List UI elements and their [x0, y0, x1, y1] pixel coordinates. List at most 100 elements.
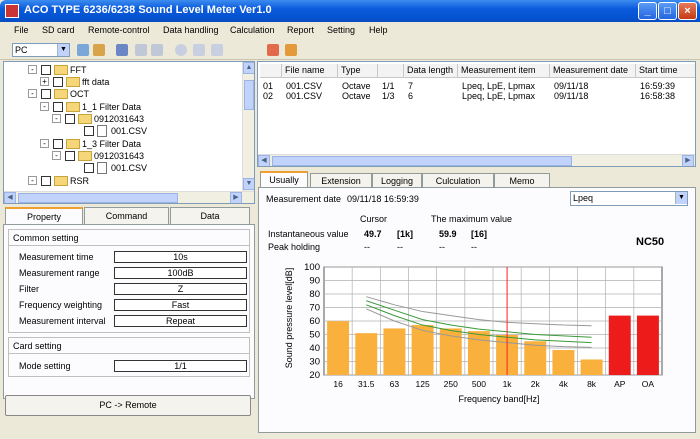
- filter-label: Filter: [19, 284, 39, 294]
- tree-node-date-2[interactable]: 0912031643: [94, 151, 144, 161]
- menu-report[interactable]: Report: [287, 25, 314, 35]
- scroll-thumb[interactable]: [244, 80, 254, 110]
- scroll-left-icon[interactable]: ◀: [258, 155, 270, 166]
- scroll-up-icon[interactable]: ▲: [243, 62, 254, 74]
- stop-icon[interactable]: [193, 44, 205, 56]
- level-select[interactable]: Lpeq ▼: [570, 191, 688, 206]
- tree-checkbox[interactable]: [41, 176, 51, 186]
- column-header[interactable]: [260, 64, 282, 78]
- expand-toggle[interactable]: -: [52, 151, 61, 160]
- expand-toggle[interactable]: -: [28, 89, 37, 98]
- tree-node-oct[interactable]: OCT: [70, 89, 89, 99]
- measure-icon[interactable]: [151, 44, 163, 56]
- y-tick-label: 40: [309, 343, 320, 354]
- menu-setting[interactable]: Setting: [327, 25, 355, 35]
- card-setting-group: Card setting Mode setting 1/1: [8, 337, 250, 377]
- menu-file[interactable]: File: [14, 25, 29, 35]
- tab-memo[interactable]: Memo: [494, 173, 550, 188]
- column-header[interactable]: Measurement item: [458, 64, 550, 78]
- tab-logging[interactable]: Logging: [372, 173, 422, 188]
- tool-icon[interactable]: [135, 44, 147, 56]
- tab-command[interactable]: Command: [84, 207, 169, 224]
- expand-toggle[interactable]: -: [28, 176, 37, 185]
- tab-culculation[interactable]: Culculation: [422, 173, 494, 188]
- tree-horizontal-scrollbar[interactable]: ◀ ▶: [4, 191, 254, 203]
- maximize-button[interactable]: □: [658, 2, 677, 20]
- tab-data[interactable]: Data: [170, 207, 250, 224]
- tree-checkbox[interactable]: [65, 151, 75, 161]
- tree-node-date-1[interactable]: 0912031643: [94, 114, 144, 124]
- menu-data-handling[interactable]: Data handling: [163, 25, 219, 35]
- pc-remote-button[interactable]: PC -> Remote: [5, 395, 251, 416]
- scroll-thumb[interactable]: [272, 156, 572, 166]
- file-tree[interactable]: - FFT + fft data - OCT - 1_1 Filter Data…: [3, 61, 255, 204]
- tree-node-filter-1-1[interactable]: 1_1 Filter Data: [82, 102, 141, 112]
- column-header[interactable]: Type: [338, 64, 378, 78]
- scroll-down-icon[interactable]: ▼: [243, 178, 254, 190]
- scroll-thumb[interactable]: [18, 193, 178, 203]
- measurement-range-label: Measurement range: [19, 268, 100, 278]
- folder-icon: [54, 176, 68, 186]
- scroll-left-icon[interactable]: ◀: [4, 192, 16, 203]
- x-tick-label: 16: [333, 379, 343, 389]
- column-header[interactable]: File name: [282, 64, 338, 78]
- tree-node-rsr[interactable]: RSR: [70, 176, 89, 186]
- tree-checkbox[interactable]: [53, 102, 63, 112]
- tab-extension[interactable]: Extension: [310, 173, 372, 188]
- device-select[interactable]: PC ▼: [12, 43, 70, 57]
- tree-node-filter-1-3[interactable]: 1_3 Filter Data: [82, 139, 141, 149]
- open-icon[interactable]: [77, 44, 89, 56]
- close-button[interactable]: ×: [678, 2, 697, 20]
- menu-calculation[interactable]: Calculation: [230, 25, 275, 35]
- expand-toggle[interactable]: -: [28, 65, 37, 74]
- measurement-table: File name Type Data length Measurement i…: [257, 61, 696, 167]
- play-icon[interactable]: [175, 44, 187, 56]
- tree-node-fft-data[interactable]: fft data: [82, 77, 109, 87]
- peak-max-band: --: [471, 242, 477, 252]
- column-header[interactable]: Data length: [404, 64, 458, 78]
- tree-checkbox[interactable]: [41, 65, 51, 75]
- export-icon[interactable]: [267, 44, 279, 56]
- tab-usually[interactable]: Usually: [260, 171, 308, 188]
- column-header[interactable]: Start time: [636, 64, 695, 78]
- tree-checkbox[interactable]: [53, 139, 63, 149]
- cursor-label: Cursor: [360, 214, 388, 224]
- x-tick-label: 63: [390, 379, 400, 389]
- tree-checkbox[interactable]: [41, 89, 51, 99]
- cursor-value: 49.7: [364, 229, 382, 239]
- expand-toggle[interactable]: +: [40, 77, 49, 86]
- scroll-right-icon[interactable]: ▶: [682, 155, 694, 166]
- expand-toggle[interactable]: -: [40, 139, 49, 148]
- table-cell: 16:59:39: [640, 81, 676, 91]
- chevron-down-icon: ▼: [675, 192, 687, 204]
- measurement-interval-label: Measurement interval: [19, 316, 106, 326]
- menu-remote-control[interactable]: Remote-control: [88, 25, 150, 35]
- tree-checkbox[interactable]: [53, 77, 63, 87]
- measurement-date-value: 09/11/18 16:59:39: [347, 194, 419, 204]
- tree-checkbox[interactable]: [65, 114, 75, 124]
- edit-icon[interactable]: [116, 44, 128, 56]
- tree-node-file-2[interactable]: 001.CSV: [111, 163, 147, 173]
- bar-2k: [524, 341, 547, 375]
- expand-toggle[interactable]: -: [40, 102, 49, 111]
- measurement-interval-value: Repeat: [114, 315, 247, 327]
- scroll-right-icon[interactable]: ▶: [230, 192, 242, 203]
- record-icon[interactable]: [211, 44, 223, 56]
- minimize-button[interactable]: _: [638, 2, 657, 20]
- level-select-value: Lpeq: [573, 193, 594, 203]
- bar-63: [383, 328, 406, 375]
- expand-toggle[interactable]: -: [52, 114, 61, 123]
- save-icon[interactable]: [93, 44, 105, 56]
- table-horizontal-scrollbar[interactable]: ◀ ▶: [258, 154, 695, 166]
- tree-node-fft[interactable]: FFT: [70, 65, 87, 75]
- report-icon[interactable]: [285, 44, 297, 56]
- tab-property[interactable]: Property: [5, 207, 83, 224]
- tree-vertical-scrollbar[interactable]: ▲ ▼: [242, 62, 254, 191]
- tree-checkbox[interactable]: [84, 163, 94, 173]
- tree-checkbox[interactable]: [84, 126, 94, 136]
- column-header[interactable]: [378, 64, 404, 78]
- tree-node-file-1[interactable]: 001.CSV: [111, 126, 147, 136]
- column-header[interactable]: Measurement date: [550, 64, 636, 78]
- menu-sd-card[interactable]: SD card: [42, 25, 75, 35]
- menu-help[interactable]: Help: [369, 25, 388, 35]
